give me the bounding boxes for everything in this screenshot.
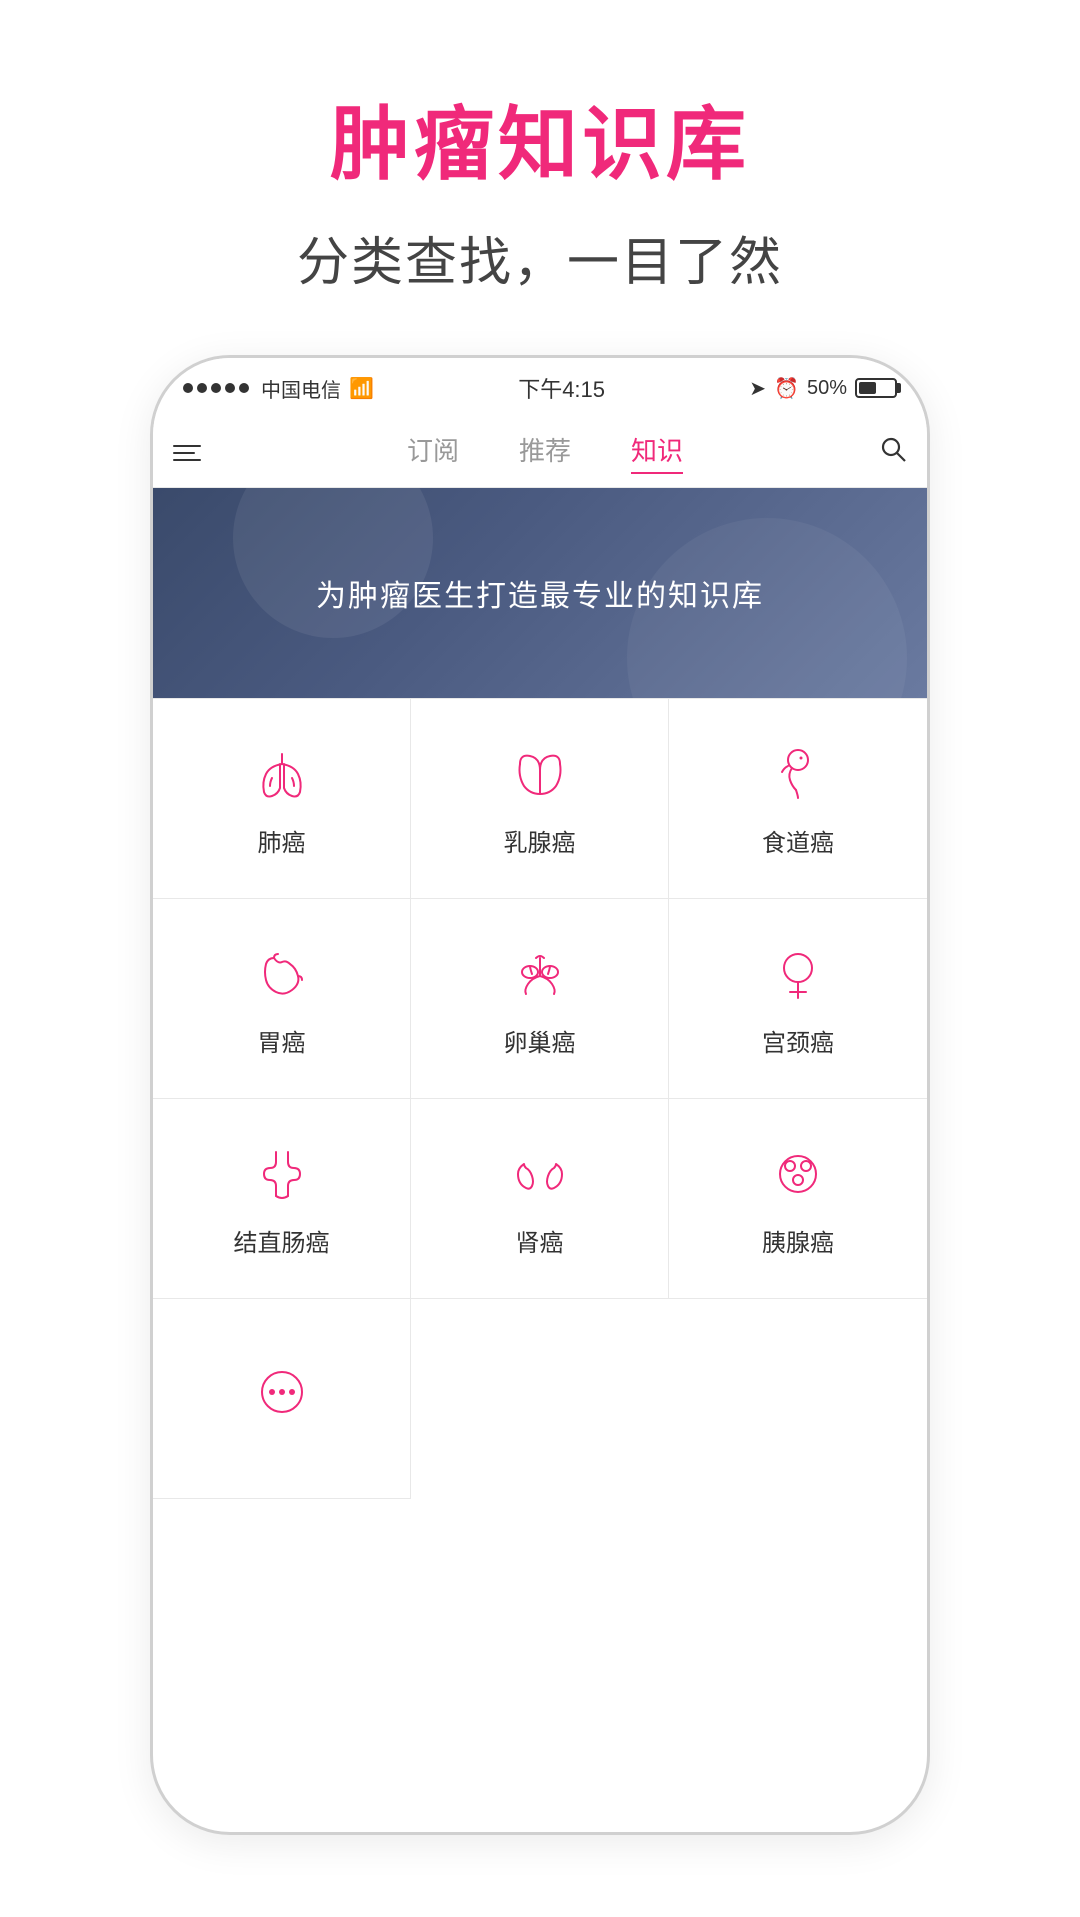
alarm-icon: ⏰ [774, 376, 799, 401]
carrier-label: 中国电信 [261, 374, 341, 403]
stomach-label: 胃癌 [258, 1023, 306, 1058]
menu-icon[interactable] [173, 445, 223, 461]
tab-list: 订阅 推荐 知识 [223, 431, 867, 474]
tab-recommend[interactable]: 推荐 [519, 431, 571, 474]
stomach-icon [247, 939, 317, 1009]
cancer-cell-ovary[interactable]: 卵巢癌 [411, 899, 669, 1099]
esophagus-icon [763, 739, 833, 809]
banner-text: 为肿瘤医生打造最专业的知识库 [316, 571, 764, 615]
search-icon[interactable] [867, 435, 907, 470]
battery-percent: 50% [807, 377, 847, 400]
lung-icon [247, 739, 317, 809]
cancer-cell-breast[interactable]: 乳腺癌 [411, 699, 669, 899]
banner: 为肿瘤医生打造最专业的知识库 [153, 488, 927, 698]
time-label: 下午4:15 [518, 372, 605, 404]
cervix-icon [763, 939, 833, 1009]
page-header: 肿瘤知识库 分类查找，一目了然 [297, 80, 783, 295]
breast-label: 乳腺癌 [504, 823, 576, 858]
battery-tip [897, 383, 901, 393]
colorectal-label: 结直肠癌 [234, 1223, 330, 1258]
breast-icon [505, 739, 575, 809]
kidney-icon [505, 1139, 575, 1209]
esophagus-label: 食道癌 [762, 823, 834, 858]
status-left: 中国电信 📶 [183, 374, 374, 403]
nav-tabs: 订阅 推荐 知识 [153, 418, 927, 488]
tab-knowledge[interactable]: 知识 [631, 431, 683, 474]
cancer-grid: 肺癌 乳腺癌 [153, 698, 927, 1832]
cancer-cell-stomach[interactable]: 胃癌 [153, 899, 411, 1099]
colorectal-icon [247, 1139, 317, 1209]
cancer-cell-lung[interactable]: 肺癌 [153, 699, 411, 899]
location-icon: ➤ [749, 376, 766, 401]
cervix-label: 宫颈癌 [762, 1023, 834, 1058]
cancer-cell-pancreas[interactable]: 胰腺癌 [669, 1099, 927, 1299]
ovary-icon [505, 939, 575, 1009]
cancer-cell-kidney[interactable]: 肾癌 [411, 1099, 669, 1299]
cancer-cell-colorectal[interactable]: 结直肠癌 [153, 1099, 411, 1299]
signal-dots [183, 383, 249, 393]
wifi-icon: 📶 [349, 376, 374, 401]
kidney-label: 肾癌 [516, 1223, 564, 1258]
status-right: ➤ ⏰ 50% [749, 376, 897, 401]
cancer-cell-cervix[interactable]: 宫颈癌 [669, 899, 927, 1099]
page-subtitle: 分类查找，一目了然 [297, 220, 783, 295]
battery-bar [855, 378, 897, 398]
status-bar: 中国电信 📶 下午4:15 ➤ ⏰ 50% [153, 358, 927, 418]
ovary-label: 卵巢癌 [504, 1023, 576, 1058]
pancreas-label: 胰腺癌 [762, 1223, 834, 1258]
phone-frame: 中国电信 📶 下午4:15 ➤ ⏰ 50% 订阅 推荐 知识 [150, 355, 930, 1835]
pancreas-icon [763, 1139, 833, 1209]
cancer-cell-esophagus[interactable]: 食道癌 [669, 699, 927, 899]
lung-label: 肺癌 [258, 823, 306, 858]
more-icon [247, 1357, 317, 1427]
cancer-cell-more[interactable] [153, 1299, 411, 1499]
battery-fill [859, 382, 876, 394]
page-title: 肿瘤知识库 [297, 80, 783, 196]
tab-subscribe[interactable]: 订阅 [407, 431, 459, 474]
